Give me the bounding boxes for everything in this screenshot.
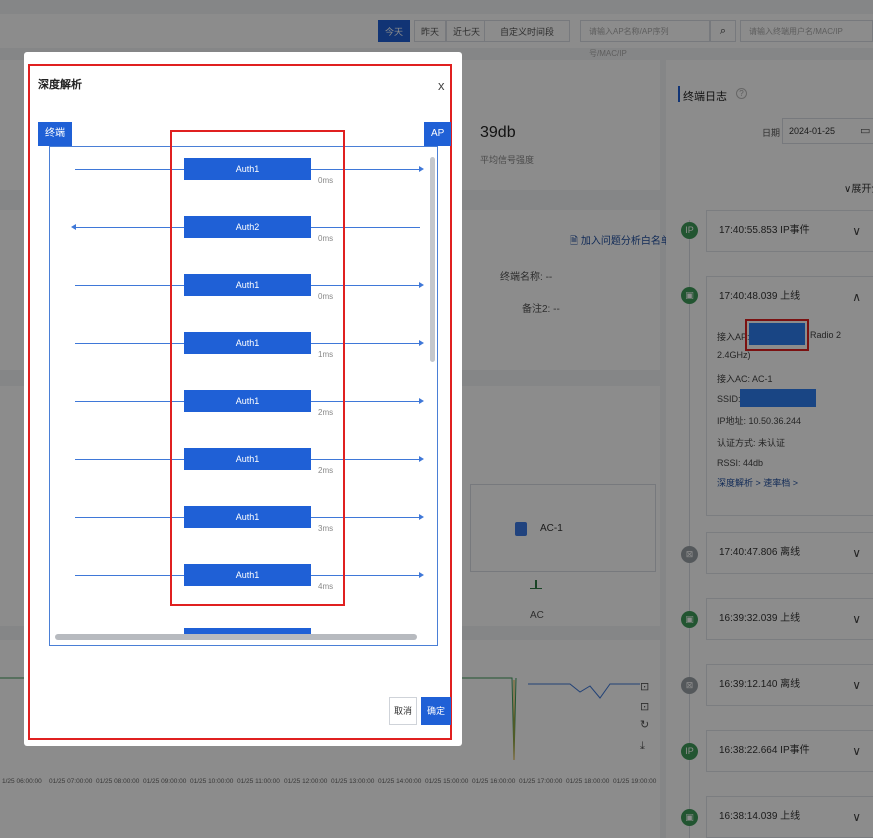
confirm-button[interactable]: 确定 bbox=[421, 697, 451, 725]
terminal-tag: 终端 bbox=[38, 122, 72, 146]
arrow-right-icon bbox=[419, 514, 424, 520]
dialog-title: 深度解析 bbox=[38, 79, 82, 91]
arrow-right-icon bbox=[419, 340, 424, 346]
arrow-right-icon bbox=[419, 572, 424, 578]
cancel-button[interactable]: 取消 bbox=[389, 697, 417, 725]
arrow-right-icon bbox=[419, 456, 424, 462]
auth-highlight-frame bbox=[170, 130, 345, 606]
arrow-right-icon bbox=[419, 282, 424, 288]
horizontal-scrollbar[interactable] bbox=[55, 634, 417, 640]
arrow-right-icon bbox=[419, 166, 424, 172]
arrow-left-icon bbox=[71, 224, 76, 230]
vertical-scrollbar[interactable] bbox=[430, 157, 435, 362]
arrow-right-icon bbox=[419, 398, 424, 404]
ap-tag: AP bbox=[424, 122, 452, 146]
close-icon[interactable]: x bbox=[438, 78, 445, 93]
